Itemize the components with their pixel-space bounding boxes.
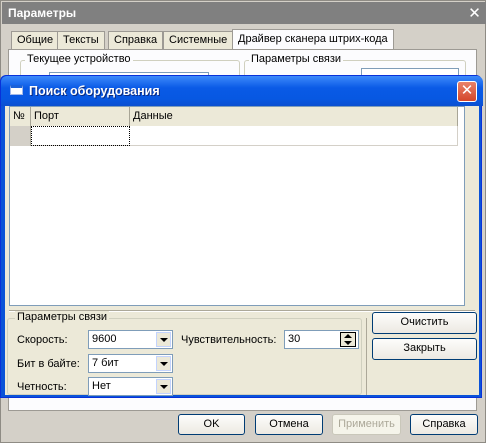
sensitivity-value: 30: [288, 333, 301, 345]
cancel-button[interactable]: Отмена: [255, 414, 323, 435]
table-row[interactable]: [10, 126, 458, 146]
close-button[interactable]: Закрыть: [372, 338, 477, 360]
speed-label: Скорость:: [17, 334, 68, 346]
sensitivity-spinner[interactable]: 30: [284, 330, 359, 349]
arrow-down-icon[interactable]: [344, 341, 352, 345]
chevron-down-icon[interactable]: [156, 379, 171, 394]
tab-texts[interactable]: Тексты: [57, 31, 105, 50]
cell-data[interactable]: [130, 126, 458, 146]
bits-label: Бит в байте:: [17, 358, 80, 370]
grid-header: № Порт Данные: [10, 107, 458, 126]
bits-value: 7 бит: [92, 357, 119, 369]
parity-value: Нет: [92, 380, 111, 392]
connection-group-caption: Параметры связи: [15, 311, 110, 323]
tab-label: Тексты: [63, 34, 99, 46]
bits-select[interactable]: 7 бит: [88, 354, 173, 373]
chevron-down-icon[interactable]: [156, 332, 171, 347]
connection-params-caption: Параметры связи: [249, 53, 344, 65]
current-device-caption: Текущее устройство: [25, 53, 133, 65]
window-icon: [10, 85, 23, 95]
speed-select[interactable]: 9600: [88, 330, 173, 349]
parameters-title: Параметры: [8, 6, 77, 20]
close-icon[interactable]: ✕: [457, 81, 477, 102]
tab-label: Системные: [169, 34, 228, 46]
ok-button[interactable]: OK: [178, 414, 245, 435]
parameters-title-bar[interactable]: Параметры ✕: [2, 2, 486, 24]
tab-help[interactable]: Справка: [108, 31, 164, 50]
cell-port[interactable]: [31, 126, 130, 146]
equipment-search-body: № Порт Данные Параметры связи Скорость: …: [5, 106, 479, 396]
apply-button[interactable]: Применить: [332, 414, 401, 435]
clear-button[interactable]: Очистить: [372, 312, 477, 334]
sensitivity-label: Чувствительность:: [181, 334, 277, 346]
tab-general[interactable]: Общие: [11, 31, 60, 50]
spin-buttons[interactable]: [340, 332, 356, 347]
tab-label: Общие: [17, 34, 54, 46]
parity-label: Четность:: [17, 381, 67, 393]
column-header-port[interactable]: Порт: [31, 107, 130, 126]
tab-system[interactable]: Системные: [163, 31, 234, 50]
equipment-search-title-bar[interactable]: Поиск оборудования ✕: [1, 76, 483, 106]
tab-barcode-scanner-driver[interactable]: Драйвер сканера штрих-кода: [232, 29, 394, 51]
parity-select[interactable]: Нет: [88, 377, 173, 396]
tab-label: Справка: [114, 34, 158, 46]
column-header-data[interactable]: Данные: [130, 107, 458, 126]
equipment-search-title: Поиск оборудования: [29, 84, 160, 98]
speed-value: 9600: [92, 333, 117, 345]
parameters-close-icon[interactable]: ✕: [468, 6, 481, 21]
help-button[interactable]: Справка: [410, 414, 478, 435]
ports-grid[interactable]: № Порт Данные: [9, 106, 465, 306]
tab-label: Драйвер сканера штрих-кода: [238, 33, 388, 45]
row-indicator[interactable]: [10, 126, 31, 146]
equipment-search-dialog: Поиск оборудования ✕ № Порт Данные Парам…: [0, 75, 483, 398]
column-header-number[interactable]: №: [10, 107, 31, 126]
arrow-up-icon[interactable]: [344, 334, 352, 338]
chevron-down-icon[interactable]: [156, 356, 171, 371]
